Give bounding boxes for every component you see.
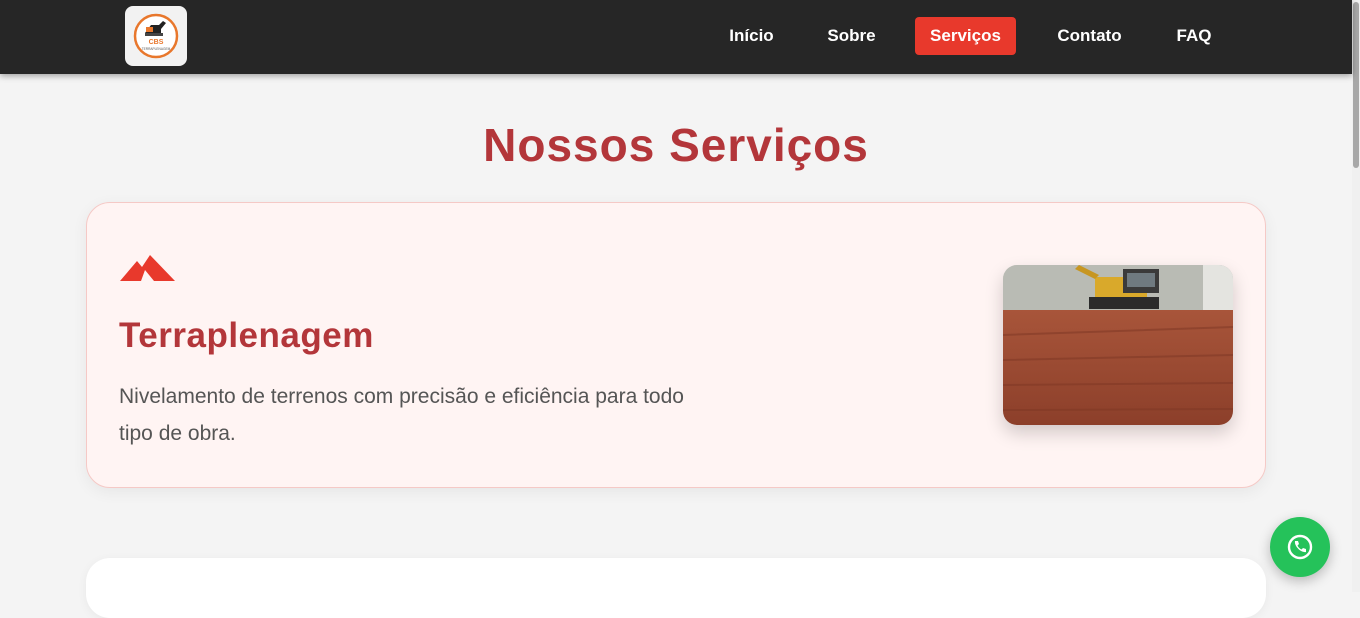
scrollbar-thumb[interactable] — [1353, 2, 1359, 168]
excavator-logo-icon: CBS TERRAPLENAGEM — [133, 13, 179, 59]
service-card-next — [86, 558, 1266, 618]
nav-faq[interactable]: FAQ — [1165, 17, 1223, 55]
service-card-terraplenagem: Terraplenagem Nivelamento de terrenos co… — [86, 202, 1266, 488]
logo[interactable]: CBS TERRAPLENAGEM — [125, 6, 187, 66]
nav-contato[interactable]: Contato — [1043, 17, 1136, 55]
page-title: Nossos Serviços — [483, 119, 869, 171]
scrollbar[interactable] — [1352, 0, 1360, 592]
site-header: CBS TERRAPLENAGEM Início Sobre Serviços … — [0, 0, 1352, 74]
whatsapp-phone-icon — [1287, 534, 1313, 560]
service-title: Terraplenagem — [119, 316, 374, 355]
whatsapp-button[interactable] — [1270, 517, 1330, 577]
nav-sobre[interactable]: Sobre — [815, 17, 888, 55]
service-image — [1003, 265, 1233, 425]
service-description: Nivelamento de terrenos com precisão e e… — [119, 385, 684, 445]
logo-subtext: TERRAPLENAGEM — [142, 47, 171, 51]
nav-servicos[interactable]: Serviços — [915, 17, 1016, 55]
logo-text: CBS — [149, 39, 164, 46]
excavator-photo — [1003, 265, 1233, 425]
nav-inicio[interactable]: Início — [715, 17, 788, 55]
mountain-icon — [120, 251, 176, 288]
